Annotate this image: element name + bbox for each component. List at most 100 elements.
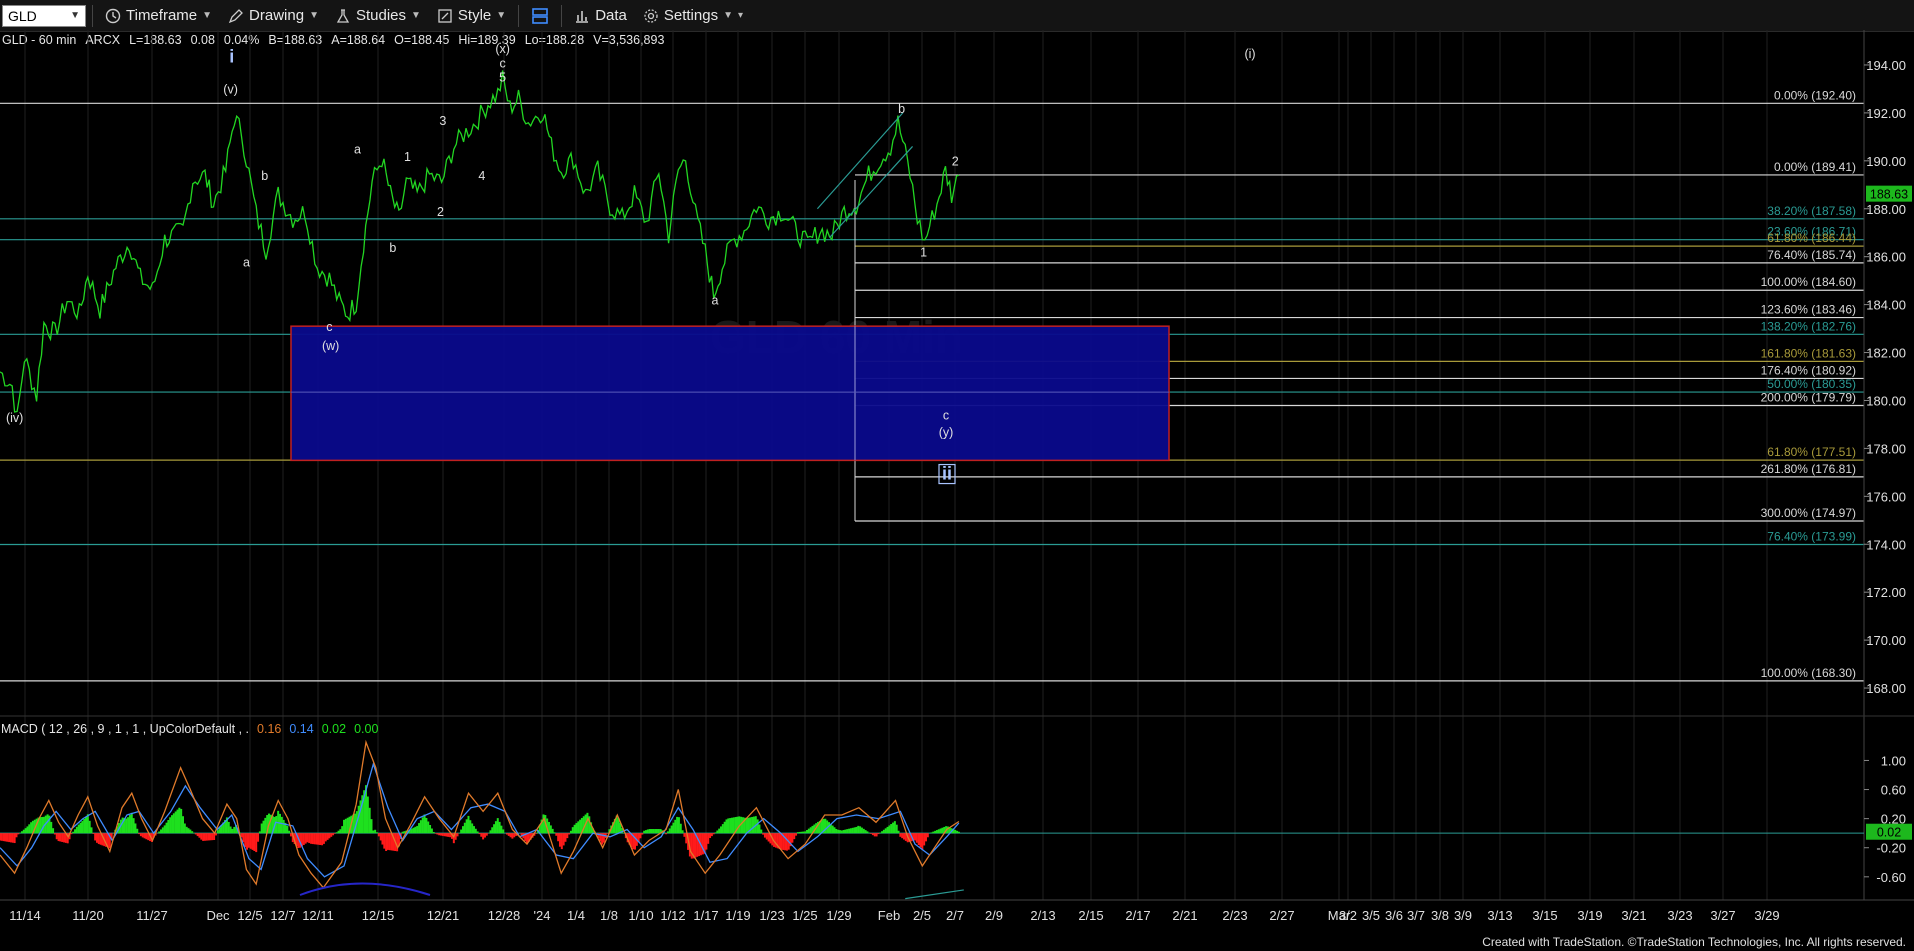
price-tick-label: 168.00 [1866, 681, 1906, 696]
time-tick-label: 3/23 [1667, 908, 1692, 923]
wave-label: 1 [920, 246, 927, 260]
fib-label: 138.20% (182.76) [1761, 319, 1856, 333]
time-tick-label: 12/11 [302, 908, 334, 923]
fib-label: 0.00% (192.40) [1774, 88, 1856, 102]
time-tick-label: 1/29 [826, 908, 851, 923]
clock-icon [105, 8, 121, 23]
fib-label: 76.40% (185.74) [1767, 248, 1856, 262]
timeframe-label: Timeframe [126, 7, 198, 24]
price-tick-label: 170.00 [1866, 633, 1906, 648]
time-tick-label: 3/8 [1431, 908, 1449, 923]
price-tick-label: 172.00 [1866, 585, 1906, 600]
time-tick-label: 1/4 [567, 908, 585, 923]
time-tick-label: 2/5 [913, 908, 931, 923]
wave-label: a [354, 143, 361, 157]
time-tick-label: 1/8 [600, 908, 618, 923]
wave-label: b [898, 102, 905, 116]
style-icon [438, 8, 452, 23]
time-tick-label: 2/21 [1172, 908, 1197, 923]
wave-label: 4 [478, 169, 485, 183]
time-tick-label: 3/9 [1454, 908, 1472, 923]
time-tick-label: 1/23 [759, 908, 784, 923]
macd-value-1: 0.16 [257, 722, 282, 736]
time-tick-label: 1/10 [628, 908, 653, 923]
gear-icon [644, 8, 658, 23]
time-axis[interactable]: 11/14 11/20 11/27 Dec 12/5 12/7 12/11 12/15 12/2… [9, 908, 1779, 923]
time-tick-label: 3/15 [1532, 908, 1557, 923]
fib-label: 100.00% (168.30) [1761, 666, 1856, 680]
data-menu[interactable]: Data [568, 3, 633, 29]
fib-label: 76.40% (173.99) [1767, 529, 1856, 543]
fib-label: 300.00% (174.97) [1761, 506, 1856, 520]
time-tick-label: '24 [534, 908, 551, 923]
fib-label: 50.00% (180.35) [1767, 377, 1856, 391]
price-tick-label: 180.00 [1866, 393, 1906, 408]
wave-label: b [389, 241, 396, 255]
price-tick-label: 192.00 [1866, 106, 1906, 121]
macd-line [0, 739, 960, 889]
drawing-menu[interactable]: Drawing ▼ [222, 3, 325, 29]
chevron-down-icon: ▼ [723, 10, 733, 21]
wave-label: 2 [437, 205, 444, 219]
grid-layer [24, 30, 1768, 900]
time-tick-label: Dec [206, 908, 230, 923]
price-tick-label: 174.00 [1866, 537, 1906, 552]
time-tick-label: 12/5 [237, 908, 262, 923]
fib-label: 100.00% (184.60) [1761, 275, 1856, 289]
chevron-down-icon: ▼ [496, 10, 507, 21]
price-chart[interactable]: GLD 60 Min 0.00% (192.40)0.00% (189.41)3… [0, 30, 1914, 948]
macd-tick-label: 0.60 [1881, 783, 1906, 798]
chevron-down-icon: ▼ [202, 10, 213, 21]
fib-label: 38.20% (187.58) [1767, 204, 1856, 218]
time-tick-label: 3/27 [1710, 908, 1735, 923]
wave-label: (w) [322, 339, 339, 353]
time-tick-label: 3/13 [1487, 908, 1512, 923]
pencil-icon [228, 8, 243, 23]
symbol-value: GLD [8, 7, 37, 24]
fib-label: 61.80% (186.44) [1767, 231, 1856, 245]
studies-menu[interactable]: Studies ▼ [329, 3, 427, 29]
toolbar: GLD ▼ Timeframe ▼ Drawing ▼ Studies ▼ St… [0, 0, 1914, 32]
macd-value-4: 0.00 [354, 722, 379, 736]
footer-credit: Created with TradeStation. ©TradeStation… [1482, 935, 1906, 949]
wave-label: i [229, 47, 234, 67]
timeframe-menu[interactable]: Timeframe ▼ [99, 3, 218, 29]
wave-label: 5 [499, 71, 506, 85]
style-label: Style [457, 7, 492, 24]
macd-label: MACD ( 12 , 26 , 9 , 1 , 1 , UpColorDefa… [1, 722, 250, 736]
time-tick-label: 2/17 [1125, 908, 1150, 923]
price-tick-label: 186.00 [1866, 250, 1906, 265]
time-tick-label: 12/21 [427, 908, 460, 923]
fib-label: 123.60% (183.46) [1761, 303, 1856, 317]
time-tick-label: 3/29 [1754, 908, 1779, 923]
time-tick-label: Feb [878, 908, 900, 923]
style-menu[interactable]: Style ▼ [431, 3, 512, 29]
settings-menu[interactable]: Settings ▼ ▾ [637, 3, 749, 29]
symbol-selector[interactable]: GLD ▼ [2, 4, 86, 27]
price-tick-label: 190.00 [1866, 154, 1906, 169]
target-box-layer [290, 325, 1170, 462]
flask-icon [336, 8, 350, 23]
toolbar-divider [92, 4, 93, 27]
layout-button[interactable] [525, 3, 555, 29]
wave-label: (iv) [6, 411, 23, 425]
macd-panel: 1.000.600.20-0.20-0.600.02 [0, 739, 1912, 900]
fib-label: 61.80% (177.51) [1767, 445, 1856, 459]
time-tick-label: 2/13 [1030, 908, 1055, 923]
toolbar-divider [518, 4, 520, 27]
wave-label: (v) [223, 83, 238, 97]
time-tick-label: 12/28 [488, 908, 521, 923]
time-tick-label: 11/27 [136, 908, 168, 923]
target-zone-box [290, 325, 1170, 462]
data-label: Data [595, 7, 627, 24]
macd-tick-label: 1.00 [1881, 753, 1906, 768]
time-tick-label: 3/5 [1362, 908, 1380, 923]
macd-value-3: 0.02 [321, 722, 347, 736]
fib-label: 0.00% (189.41) [1774, 160, 1856, 174]
macd-value-2: 0.14 [289, 722, 314, 736]
time-tick-label: 3/7 [1407, 908, 1425, 923]
wave-label: a [243, 255, 250, 269]
time-tick-label: 3/2 [1339, 908, 1357, 923]
wave-label: 2 [952, 155, 959, 169]
last-price-label: 188.63 [1870, 188, 1908, 202]
